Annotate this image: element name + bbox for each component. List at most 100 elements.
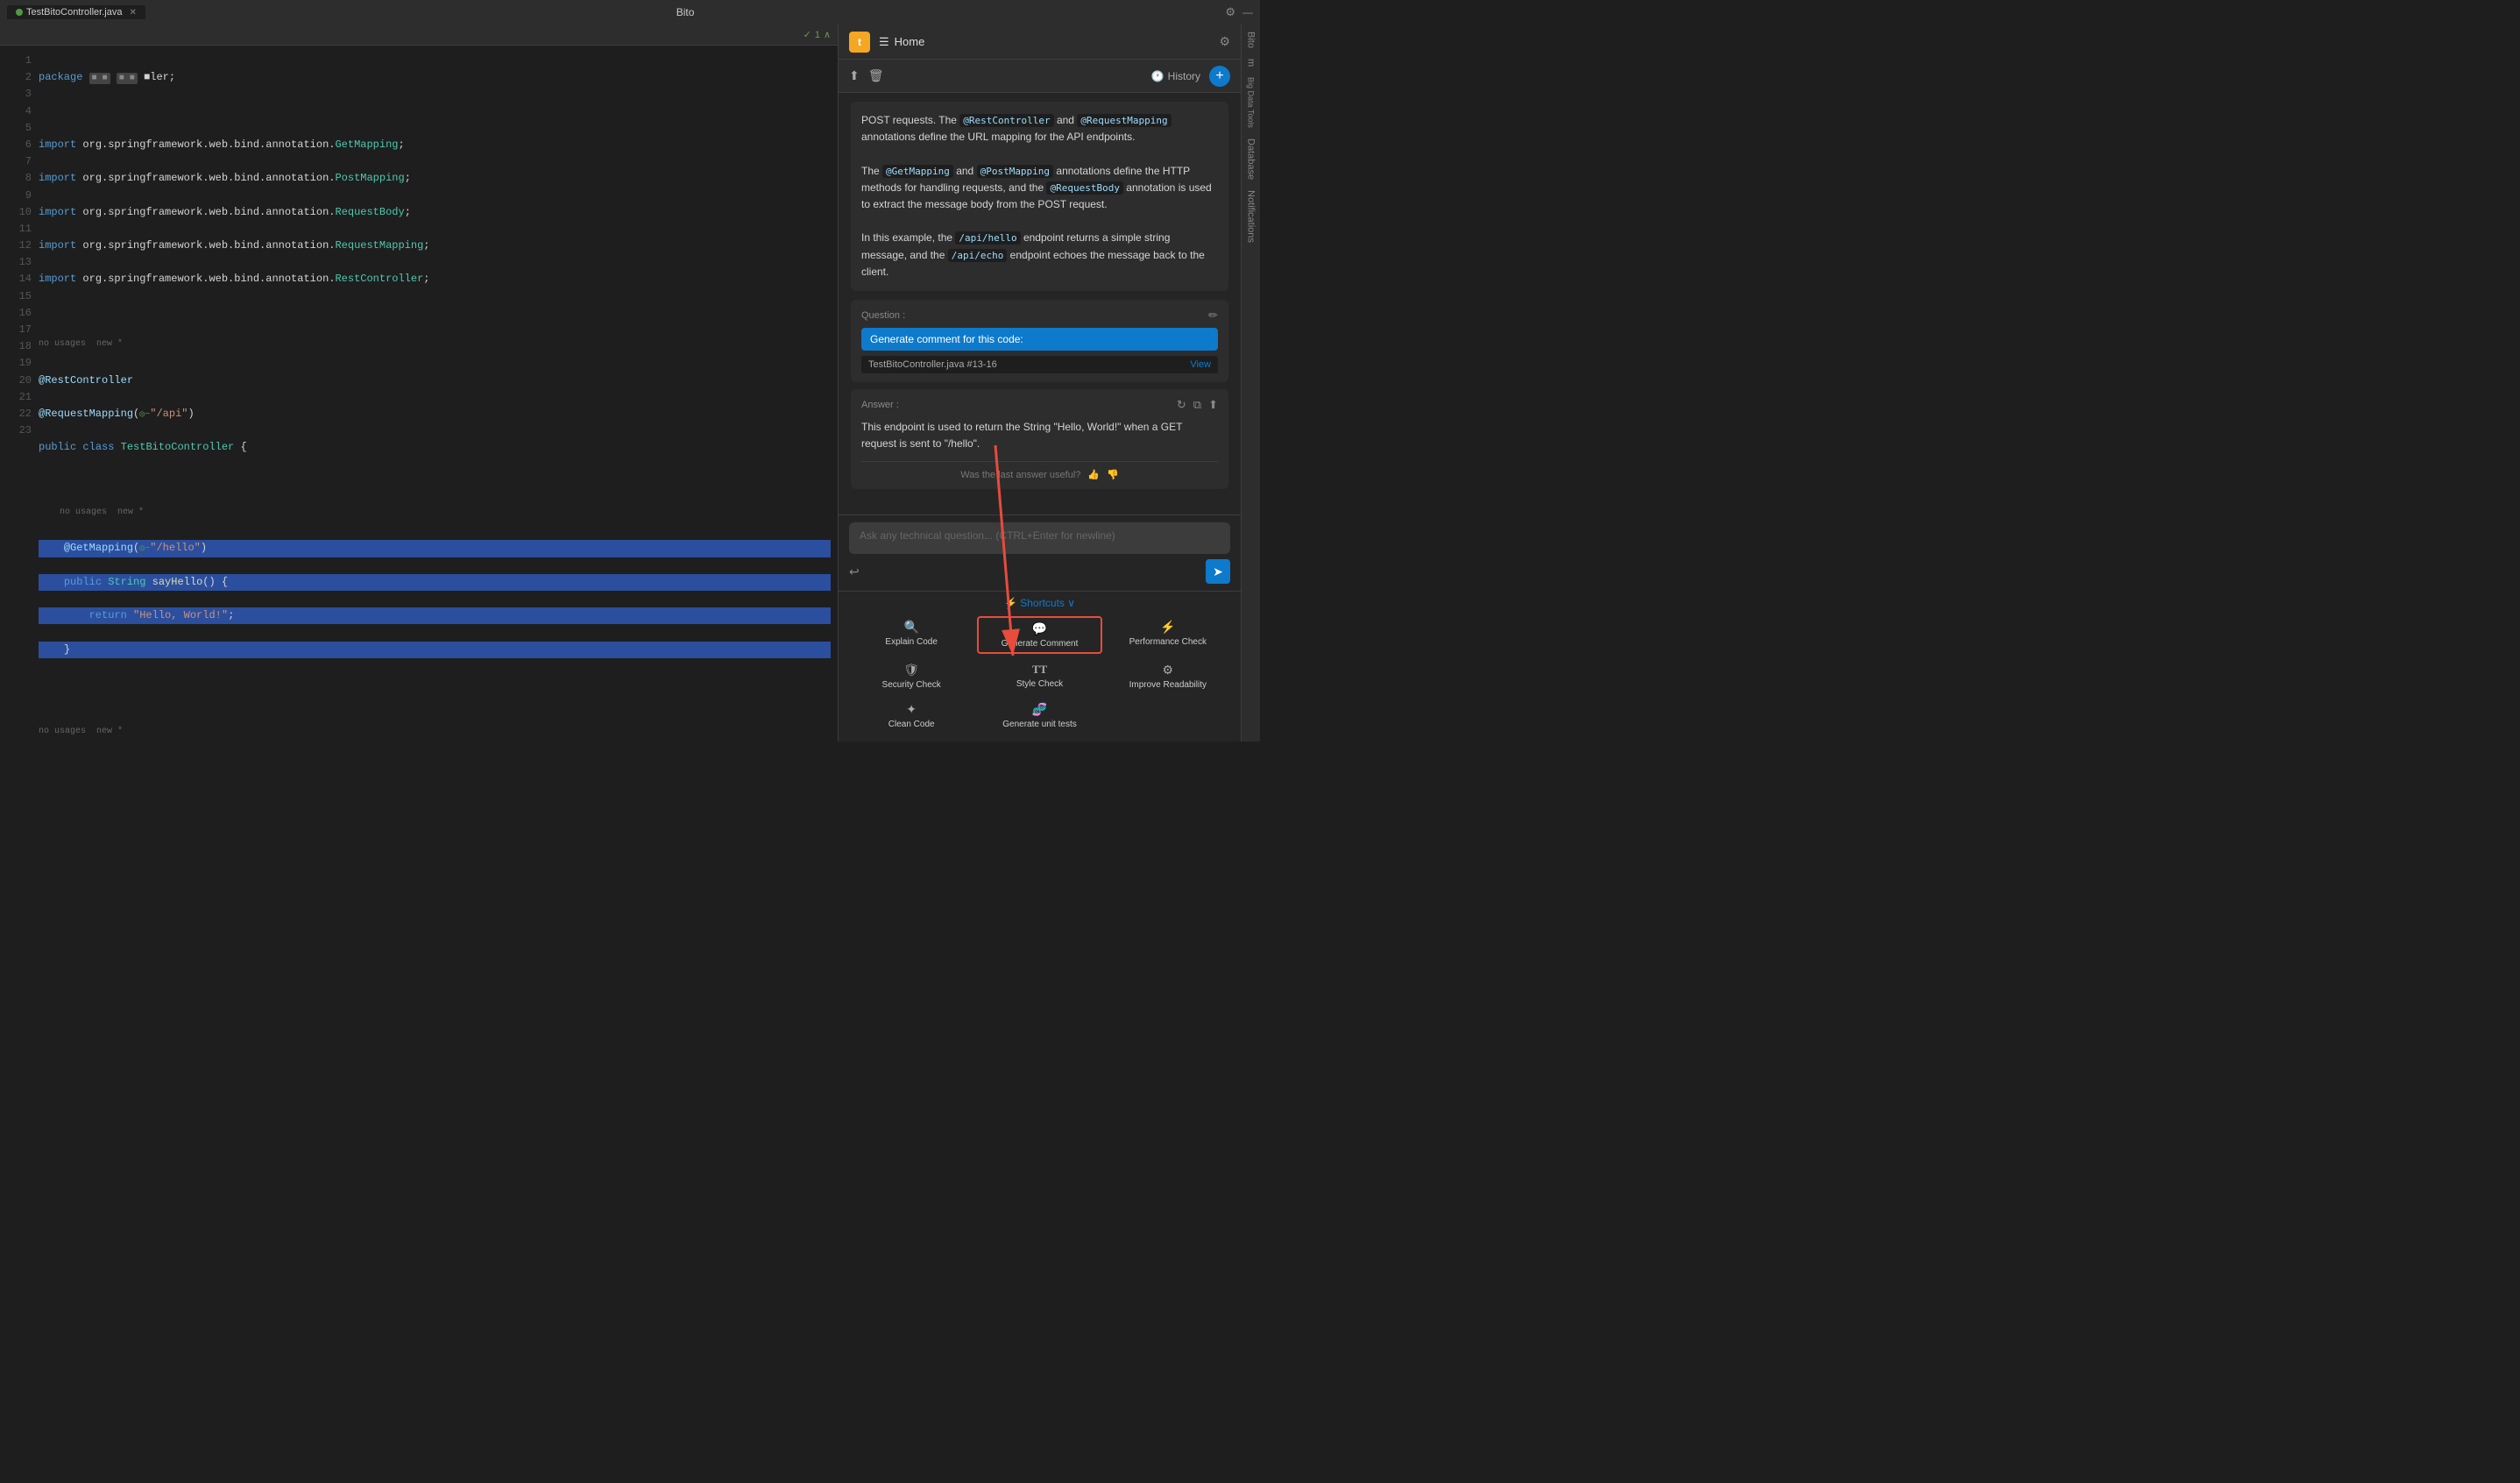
shortcuts-label[interactable]: ⚡ Shortcuts ∨: [1004, 597, 1075, 609]
shortcut-style-check[interactable]: TT Style Check: [977, 659, 1101, 693]
feedback-text: Was the last answer useful?: [960, 470, 1080, 480]
right-sidebar: Bito m Big Data Tools Database Notificat…: [1241, 25, 1260, 742]
send-icon: ➤: [1213, 564, 1223, 579]
new-chat-button[interactable]: +: [1209, 66, 1230, 87]
bito-panel: t ☰ Home ⚙ ⬆ 🗑 🕐 History +: [838, 25, 1241, 742]
trash-icon[interactable]: 🗑: [868, 68, 884, 83]
tab-close-btn[interactable]: ✕: [129, 8, 136, 18]
generate-unit-tests-icon: 🧬: [1032, 702, 1047, 717]
answer-section: Answer : ↻ ⧉ ⬆ This endpoint is used to …: [851, 389, 1228, 489]
generate-unit-tests-label: Generate unit tests: [1002, 720, 1077, 729]
bito-header: t ☰ Home ⚙: [839, 25, 1241, 60]
settings-icon[interactable]: ⚙: [1225, 5, 1235, 19]
minimize-icon[interactable]: —: [1242, 6, 1253, 18]
sidebar-database-label[interactable]: Database: [1246, 138, 1256, 180]
shortcut-performance-check[interactable]: ⚡ Performance Check: [1106, 616, 1230, 654]
chat-area[interactable]: POST requests. The @RestController and @…: [839, 93, 1241, 514]
inline-code-1: @RestController: [959, 114, 1053, 127]
check-count: 1: [815, 30, 820, 40]
history-label: History: [1168, 70, 1200, 82]
answer-icons: ↻ ⧉ ⬆: [1177, 398, 1218, 412]
shortcuts-grid: 🔍 Explain Code 💬 Generate Comment ⚡ Perf…: [849, 616, 1230, 733]
bito-settings-icon[interactable]: ⚙: [1219, 34, 1230, 49]
title-bar-left: TestBitoController.java ✕: [7, 5, 145, 19]
inline-code-6: /api/hello: [955, 231, 1020, 245]
input-toolbar: ↩ ➤: [849, 559, 1230, 584]
improve-readability-label: Improve Readability: [1129, 680, 1207, 690]
check-indicator: ✓ 1 ∧: [803, 29, 831, 40]
title-bar-controls: ⚙ —: [1225, 5, 1253, 19]
shortcut-improve-readability[interactable]: ⚙ Improve Readability: [1106, 659, 1230, 693]
shortcut-generate-unit-tests[interactable]: 🧬 Generate unit tests: [977, 699, 1101, 733]
sidebar-bito-label[interactable]: Bito: [1246, 32, 1256, 48]
sidebar-maven-label[interactable]: m: [1246, 59, 1256, 67]
main-layout: ✓ 1 ∧ 12345 678910 1112131415 1617181920…: [0, 25, 1260, 742]
thumbs-up-icon[interactable]: 👍: [1087, 469, 1100, 480]
code-editor: 12345 678910 1112131415 1617181920 21222…: [0, 46, 838, 742]
shortcut-generate-comment[interactable]: 💬 Generate Comment: [977, 616, 1101, 654]
input-placeholder: Ask any technical question... (CTRL+Ente…: [860, 529, 1115, 542]
feedback-row: Was the last answer useful? 👍 👎: [861, 461, 1218, 480]
bito-logo: t: [849, 32, 870, 53]
shortcut-security-check[interactable]: 🛡 Security Check: [849, 659, 973, 693]
question-block: Question : ✏ Generate comment for this c…: [851, 300, 1228, 382]
share-answer-icon[interactable]: ⬆: [1208, 398, 1218, 412]
answer-context-para3: In this example, the /api/hello endpoint…: [861, 231, 1205, 277]
view-link[interactable]: View: [1190, 359, 1211, 370]
explain-code-label: Explain Code: [885, 637, 937, 647]
context-answer-block: POST requests. The @RestController and @…: [851, 102, 1228, 291]
shortcuts-header: ⚡ Shortcuts ∨: [849, 597, 1230, 609]
home-label: Home: [895, 35, 925, 48]
answer-label-text: Answer :: [861, 400, 899, 410]
bito-toolbar: ⬆ 🗑 🕐 History +: [839, 60, 1241, 93]
clean-code-icon: ✦: [906, 702, 917, 717]
check-chevron[interactable]: ∧: [824, 29, 831, 40]
security-check-icon: 🛡: [903, 663, 919, 678]
performance-check-icon: ⚡: [1160, 620, 1175, 635]
answer-label: Answer : ↻ ⧉ ⬆: [861, 398, 1218, 412]
bito-panel-wrapper: t ☰ Home ⚙ ⬆ 🗑 🕐 History +: [838, 25, 1241, 742]
question-file-ref: TestBitoController.java #13-16 View: [861, 356, 1218, 373]
generate-comment-icon: 💬: [1032, 621, 1047, 636]
shortcut-explain-code[interactable]: 🔍 Explain Code: [849, 616, 973, 654]
history-icon: 🕐: [1151, 70, 1164, 82]
question-input[interactable]: Ask any technical question... (CTRL+Ente…: [849, 522, 1230, 554]
edit-icon[interactable]: ✏: [1208, 309, 1218, 323]
inline-code-2: @RequestMapping: [1077, 114, 1171, 127]
tab-dot: [16, 9, 23, 16]
security-check-label: Security Check: [882, 680, 941, 690]
share-icon[interactable]: ⬆: [849, 68, 860, 83]
tab-filename: TestBitoController.java: [26, 7, 122, 18]
title-bar: TestBitoController.java ✕ Bito ⚙ —: [0, 0, 1260, 25]
clean-code-label: Clean Code: [888, 720, 935, 729]
editor-area: ✓ 1 ∧ 12345 678910 1112131415 1617181920…: [0, 25, 838, 742]
question-label: Question : ✏: [861, 309, 1218, 323]
undo-icon[interactable]: ↩: [849, 564, 860, 579]
answer-context-para2: The @GetMapping and @PostMapping annotat…: [861, 165, 1212, 210]
bito-home-nav[interactable]: ☰ Home: [879, 35, 1210, 49]
answer-text: This endpoint is used to return the Stri…: [861, 419, 1218, 452]
style-check-label: Style Check: [1016, 679, 1063, 689]
editor-tab[interactable]: TestBitoController.java ✕: [7, 5, 145, 19]
generate-comment-label: Generate Comment: [1002, 639, 1079, 649]
style-check-icon: TT: [1032, 663, 1047, 677]
copy-icon[interactable]: ⧉: [1193, 398, 1201, 412]
explain-code-icon: 🔍: [903, 620, 918, 635]
sidebar-notifications-label[interactable]: Notifications: [1246, 190, 1256, 243]
thumbs-down-icon[interactable]: 👎: [1107, 469, 1119, 480]
line-numbers: 12345 678910 1112131415 1617181920 21222…: [0, 46, 35, 742]
question-label-text: Question :: [861, 310, 905, 321]
add-icon: +: [1215, 68, 1223, 84]
send-button[interactable]: ➤: [1206, 559, 1230, 584]
shortcut-clean-code[interactable]: ✦ Clean Code: [849, 699, 973, 733]
code-text[interactable]: package ■ ■ ■ ■ ■ler; import org.springf…: [35, 46, 838, 742]
answer-context-text: POST requests. The @RestController and @…: [861, 114, 1172, 143]
inline-code-3: @GetMapping: [882, 165, 953, 178]
sidebar-bigdata-label[interactable]: Big Data Tools: [1247, 77, 1256, 128]
refresh-icon[interactable]: ↻: [1177, 398, 1186, 412]
check-mark: ✓: [803, 29, 811, 40]
performance-check-label: Performance Check: [1129, 637, 1207, 647]
file-ref-text: TestBitoController.java #13-16: [868, 359, 997, 370]
inline-code-7: /api/echo: [948, 249, 1008, 262]
history-button[interactable]: 🕐 History: [1151, 70, 1200, 82]
